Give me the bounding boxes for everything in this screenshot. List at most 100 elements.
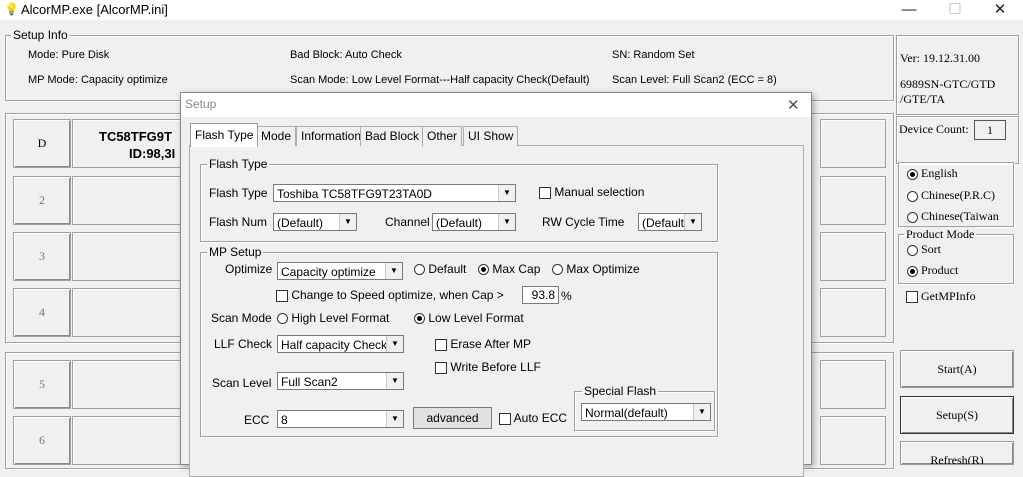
checkbox-icon xyxy=(435,338,447,351)
chevron-down-icon: ▼ xyxy=(386,336,403,352)
chip-model-line1: 6989SN-GTC/GTD xyxy=(900,77,996,91)
minimize-button[interactable]: — xyxy=(886,0,932,20)
dialog-close-button[interactable]: ✕ xyxy=(787,96,800,114)
dialog-title: Setup xyxy=(185,97,217,111)
slot-flash-id: TC58TFG9T xyxy=(99,129,172,144)
lang-chinese-taiwan-radio[interactable]: Chinese(Taiwan xyxy=(907,209,999,224)
high-level-format-radio[interactable]: High Level Format xyxy=(277,311,389,325)
channel-label: Channel xyxy=(385,215,430,229)
cap-threshold-input[interactable]: 93.8 xyxy=(522,286,559,304)
low-level-format-radio[interactable]: Low Level Format xyxy=(414,311,524,325)
llf-check-select[interactable]: Half capacity Check(D ▼ xyxy=(277,335,404,353)
setup-scan-level-text: Scan Level: Full Scan2 (ECC = 8) xyxy=(612,74,777,86)
mode-sort-radio[interactable]: Sort xyxy=(907,242,941,257)
auto-ecc-checkbox[interactable]: Auto ECC xyxy=(499,411,567,425)
flash-num-select[interactable]: (Default) ▼ xyxy=(273,213,357,231)
erase-after-mp-checkbox[interactable]: Erase After MP xyxy=(435,337,531,351)
special-flash-legend: Special Flash xyxy=(582,384,659,398)
chevron-down-icon: ▼ xyxy=(498,185,515,201)
app-lightbulb-icon: 💡 xyxy=(4,2,19,16)
radio-icon xyxy=(907,168,918,180)
special-flash-select[interactable]: Normal(default) ▼ xyxy=(581,403,711,421)
channel-select[interactable]: (Default) ▼ xyxy=(432,213,516,231)
rw-cycle-select[interactable]: (Default) ▼ xyxy=(638,213,702,231)
lang-chinese-prc-radio[interactable]: Chinese(P.R.C) xyxy=(907,188,995,203)
setup-scan-mode-text: Scan Mode: Low Level Format---Half capac… xyxy=(290,74,590,86)
slot-status-right-1 xyxy=(820,119,886,168)
tab-flash-type[interactable]: Flash Type xyxy=(190,123,259,147)
advanced-button[interactable]: advanced xyxy=(413,407,492,429)
rw-cycle-value: (Default) xyxy=(642,216,689,230)
slot-status-4 xyxy=(72,288,184,337)
lang-english-radio[interactable]: English xyxy=(907,166,958,181)
setup-button[interactable]: Setup(S) xyxy=(900,396,1014,434)
chevron-down-icon: ▼ xyxy=(498,214,515,230)
mp-setup-legend: MP Setup xyxy=(207,245,264,259)
window-title: AlcorMP.exe [AlcorMP.ini] xyxy=(21,2,168,17)
chevron-down-icon: ▼ xyxy=(684,214,701,230)
maximize-button[interactable]: ☐ xyxy=(932,0,978,20)
slot-status-5 xyxy=(72,360,184,409)
slot-button-6[interactable]: 6 xyxy=(13,416,71,465)
flash-num-value: (Default) xyxy=(277,216,324,230)
high-level-format-label: High Level Format xyxy=(291,311,390,325)
radio-icon xyxy=(414,313,425,325)
chevron-down-icon: ▼ xyxy=(693,404,710,420)
flash-type-select[interactable]: Toshiba TC58TFG9T23TA0D ▼ xyxy=(273,184,516,202)
radio-icon xyxy=(277,313,288,325)
scan-level-value: Full Scan2 xyxy=(281,375,338,389)
slot-status-right-3 xyxy=(820,232,886,281)
slot-status-d: TC58TFG9T ID:98,3I xyxy=(72,119,184,168)
change-speed-label: Change to Speed optimize, when Cap > xyxy=(291,288,504,302)
opt-default-label: Default xyxy=(428,262,467,276)
slot-status-right-2 xyxy=(820,176,886,225)
lang-chinese-prc-label: Chinese(P.R.C) xyxy=(921,188,996,202)
change-speed-checkbox[interactable]: Change to Speed optimize, when Cap > xyxy=(276,288,504,302)
slot-button-5[interactable]: 5 xyxy=(13,360,71,409)
radio-icon xyxy=(414,264,425,276)
scan-level-select[interactable]: Full Scan2 ▼ xyxy=(277,372,404,390)
setup-dialog: Setup ✕ Flash Type Mode Information Bad … xyxy=(180,92,812,477)
mode-sort-label: Sort xyxy=(921,242,942,256)
auto-ecc-label: Auto ECC xyxy=(513,411,568,425)
slot-button-4[interactable]: 4 xyxy=(13,288,71,337)
special-flash-value: Normal(default) xyxy=(585,406,668,420)
ecc-value: 8 xyxy=(281,413,288,427)
product-mode-legend: Product Mode xyxy=(904,227,977,242)
close-button[interactable]: ✕ xyxy=(977,0,1023,20)
checkbox-icon xyxy=(499,412,511,425)
flash-type-legend: Flash Type xyxy=(207,157,270,171)
channel-value: (Default) xyxy=(436,216,483,230)
tab-bad-block[interactable]: Bad Block xyxy=(360,126,425,146)
flash-type-value: Toshiba TC58TFG9T23TA0D xyxy=(277,187,432,201)
tab-ui-show[interactable]: UI Show xyxy=(463,126,519,146)
slot-button-3[interactable]: 3 xyxy=(13,232,71,281)
opt-max-cap-radio[interactable]: Max Cap xyxy=(478,262,540,276)
dialog-title-bar: Setup ✕ xyxy=(181,93,811,117)
start-button[interactable]: Start(A) xyxy=(900,350,1014,388)
setup-mode-text: Mode: Pure Disk xyxy=(28,49,110,61)
slot-button-d[interactable]: D xyxy=(13,119,71,168)
get-mp-info-checkbox[interactable]: GetMPInfo xyxy=(906,289,976,304)
low-level-format-label: Low Level Format xyxy=(428,311,524,325)
setup-sn-text: SN: Random Set xyxy=(612,49,695,61)
manual-selection-checkbox[interactable]: Manual selection xyxy=(539,185,644,199)
ecc-select[interactable]: 8 ▼ xyxy=(277,410,404,428)
get-mp-info-label: GetMPInfo xyxy=(921,289,976,303)
opt-max-optimize-radio[interactable]: Max Optimize xyxy=(552,262,640,276)
slot-button-2[interactable]: 2 xyxy=(13,176,71,225)
slot-status-6 xyxy=(72,416,184,465)
mode-product-radio[interactable]: Product xyxy=(907,263,958,278)
device-count-label: Device Count: xyxy=(899,122,969,136)
opt-default-radio[interactable]: Default xyxy=(414,262,466,276)
tab-information[interactable]: Information xyxy=(296,126,367,146)
write-before-llf-checkbox[interactable]: Write Before LLF xyxy=(435,360,541,374)
tab-mode[interactable]: Mode xyxy=(256,126,297,146)
erase-after-mp-label: Erase After MP xyxy=(450,337,532,351)
radio-icon xyxy=(907,265,918,277)
optimize-select[interactable]: Capacity optimize ▼ xyxy=(277,262,403,280)
chevron-down-icon: ▼ xyxy=(386,411,403,427)
tab-other[interactable]: Other xyxy=(422,126,463,146)
refresh-button[interactable]: Refresh(R) xyxy=(900,441,1014,465)
slot-status-right-5 xyxy=(820,360,886,409)
